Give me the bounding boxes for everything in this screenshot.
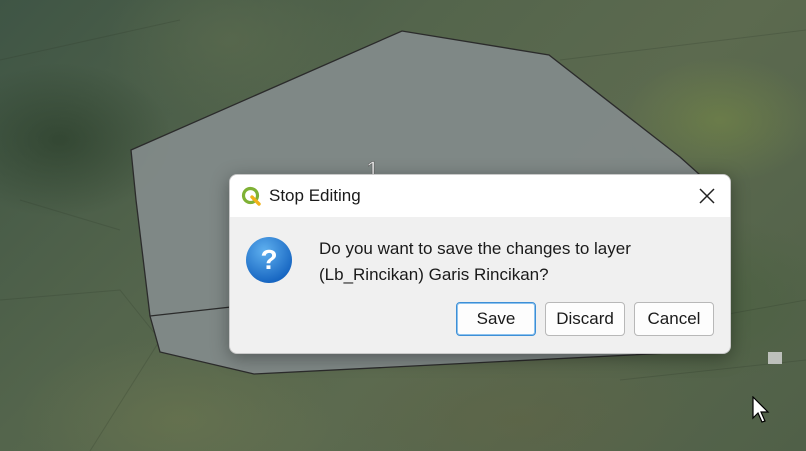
close-icon (699, 188, 715, 204)
dialog-message: Do you want to save the changes to layer… (319, 236, 709, 288)
message-line-2: (Lb_Rincikan) Garis Rincikan? (319, 265, 549, 284)
dialog-title: Stop Editing (269, 186, 361, 205)
cancel-button[interactable]: Cancel (634, 302, 714, 336)
close-button[interactable] (684, 175, 730, 217)
qgis-icon (241, 186, 261, 206)
mouse-cursor-icon (752, 396, 770, 423)
svg-text:?: ? (260, 244, 277, 275)
message-line-1: Do you want to save the changes to layer (319, 239, 631, 258)
discard-button[interactable]: Discard (545, 302, 625, 336)
stop-editing-dialog: Stop Editing ? Do you want to save the c… (229, 174, 731, 354)
question-icon: ? (246, 237, 292, 283)
save-button[interactable]: Save (456, 302, 536, 336)
building-marker (768, 352, 782, 364)
dialog-titlebar[interactable]: Stop Editing (230, 175, 730, 217)
